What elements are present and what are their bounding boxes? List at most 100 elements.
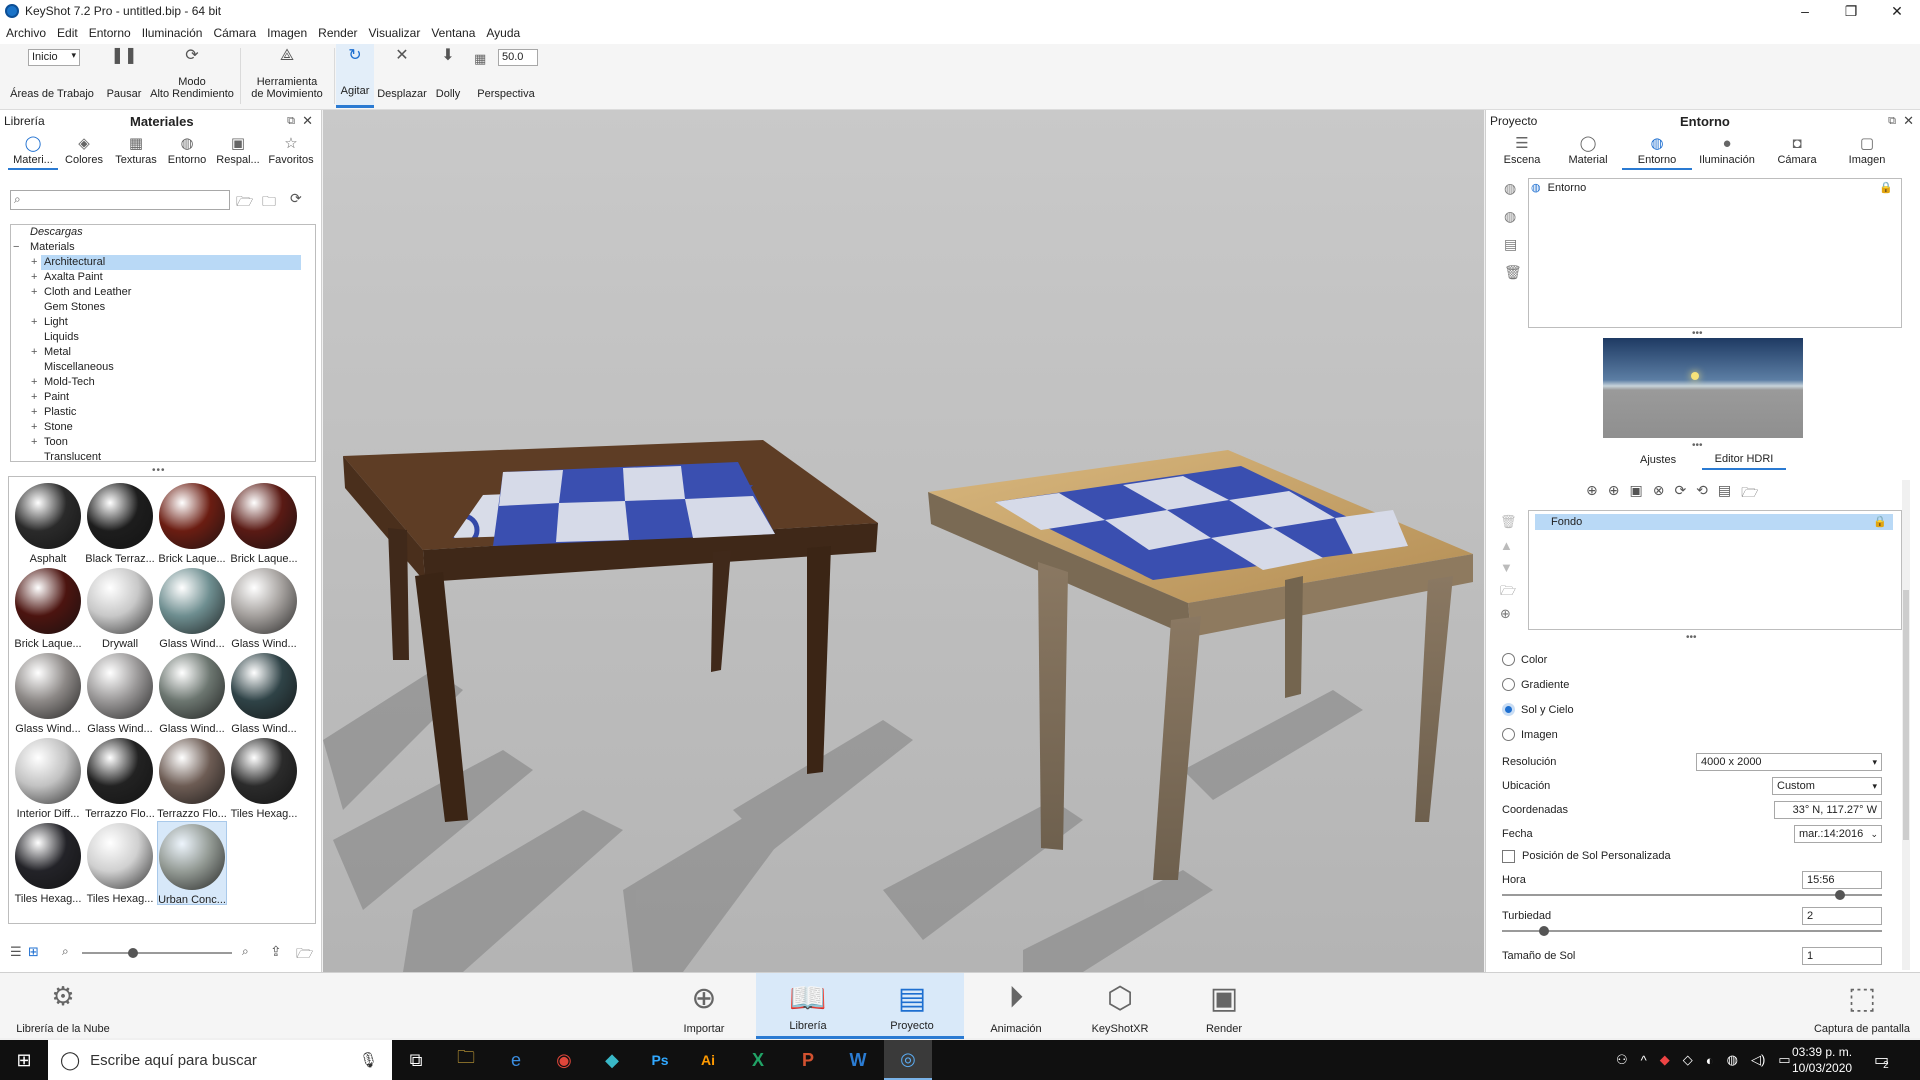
environment-list-item[interactable]: ◍ Entorno 🔒 — [1531, 181, 1899, 197]
radio-circle[interactable] — [1502, 678, 1515, 691]
tree-item-toon[interactable]: + Toon — [11, 435, 315, 450]
material-thumbnail[interactable]: Drywall — [85, 566, 155, 650]
antivirus-icon[interactable]: ◆ — [1660, 1052, 1670, 1068]
material-thumbnail[interactable]: Urban Conc... — [157, 821, 227, 906]
expand-icon[interactable]: + — [31, 420, 40, 435]
import-button[interactable]: ⊕ Importar — [652, 973, 756, 1039]
material-thumbnail[interactable]: Glass Wind... — [229, 566, 299, 650]
grid-view-icon[interactable]: ⊞ — [28, 944, 39, 960]
menu-visualizar[interactable]: Visualizar — [369, 26, 421, 40]
trash-icon[interactable]: 🗑 — [1500, 514, 1517, 530]
word-icon[interactable]: W — [834, 1040, 882, 1080]
hdri-preview[interactable] — [1603, 338, 1803, 438]
hdri-layer-item[interactable]: Fondo 🔒 — [1535, 514, 1893, 530]
material-thumbnail[interactable]: Terrazzo Flo... — [157, 736, 227, 820]
tree-item-light[interactable]: + Light — [11, 315, 315, 330]
duplicate-environment-icon[interactable]: ◍ — [1504, 208, 1516, 225]
menu-render[interactable]: Render — [318, 26, 357, 40]
move-tool-button[interactable]: ⟁ Herramienta de Movimiento — [244, 44, 330, 108]
splitter-handle[interactable]: ••• — [152, 465, 166, 476]
library-search-input[interactable]: ⌕ — [10, 190, 230, 210]
material-thumbnail[interactable]: Tiles Hexag... — [229, 736, 299, 820]
radio-gradient[interactable]: Gradiente — [1502, 678, 1569, 691]
add-environment-icon[interactable]: ◍ — [1504, 180, 1516, 197]
pause-button[interactable]: ❚❚ Pausar — [100, 44, 148, 108]
material-thumbnail[interactable]: Glass Wind... — [13, 651, 83, 735]
tree-item-axalta-paint[interactable]: + Axalta Paint — [11, 270, 315, 285]
menu-ventana[interactable]: Ventana — [431, 26, 475, 40]
microphone-icon[interactable]: 🎙 — [359, 1051, 378, 1069]
material-thumbnail[interactable]: Brick Laque... — [229, 481, 299, 565]
performance-mode-button[interactable]: ⟳ Modo Alto Rendimiento — [150, 44, 234, 108]
tumble-button[interactable]: ↻ Agitar — [336, 44, 374, 108]
app-icon[interactable]: ◆ — [588, 1040, 636, 1080]
tab-image[interactable]: ▢ Imagen — [1832, 134, 1902, 170]
material-thumbnail[interactable]: Black Terraz... — [85, 481, 155, 565]
tree-item-paint[interactable]: + Paint — [11, 390, 315, 405]
tree-item-plastic[interactable]: + Plastic — [11, 405, 315, 420]
hour-slider-knob[interactable] — [1835, 890, 1845, 900]
tree-item-metal[interactable]: + Metal — [11, 345, 315, 360]
perspective-button[interactable]: Perspectiva — [470, 44, 542, 108]
expand-icon[interactable]: + — [31, 285, 40, 300]
splitter-handle[interactable]: ••• — [1686, 632, 1697, 643]
taskbar-search[interactable]: ◯ Escribe aquí para buscar 🎙 — [48, 1040, 392, 1080]
add-light-icon[interactable]: ⊕ — [1608, 482, 1620, 506]
add-pin-icon[interactable]: ⊕ — [1586, 482, 1598, 506]
radio-circle[interactable] — [1502, 728, 1515, 741]
tree-item-cloth-leather[interactable]: + Cloth and Leather — [11, 285, 315, 300]
keyshotxr-button[interactable]: ⬡ KeyShotXR — [1068, 973, 1172, 1039]
cloud-library-button[interactable]: ⚙ Librería de la Nube — [8, 973, 118, 1039]
scrollbar-track[interactable] — [1902, 480, 1910, 970]
radio-circle-selected[interactable] — [1502, 703, 1515, 716]
file-explorer-icon[interactable]: 🗀 — [442, 1040, 490, 1080]
zoom-out-icon[interactable]: ⌕ — [62, 944, 69, 959]
library-button[interactable]: 📖 Librería — [756, 973, 860, 1039]
chevron-up-icon[interactable]: ^ — [1641, 1053, 1647, 1068]
material-thumbnail[interactable]: Asphalt — [13, 481, 83, 565]
target-icon[interactable]: ⊕ — [1500, 606, 1511, 622]
tree-item-translucent[interactable]: Translucent — [11, 450, 315, 461]
maximize-button[interactable]: ❐ — [1828, 0, 1874, 22]
tab-environment[interactable]: ◍ Entorno — [1622, 134, 1692, 170]
edge-icon[interactable]: e — [492, 1040, 540, 1080]
subtab-settings[interactable]: Ajustes — [1640, 454, 1676, 466]
refresh-icon[interactable]: ⟲ — [1696, 482, 1708, 506]
thumbnail-size-slider[interactable] — [82, 948, 232, 958]
resolution-dropdown[interactable]: 4000 x 2000 ▾ — [1696, 753, 1882, 771]
menu-archivo[interactable]: Archivo — [6, 26, 46, 40]
tree-item-materials[interactable]: − Materials — [11, 240, 315, 255]
material-thumbnail[interactable]: Glass Wind... — [229, 651, 299, 735]
material-thumbnail[interactable]: Glass Wind... — [85, 651, 155, 735]
tree-item-miscellaneous[interactable]: Miscellaneous — [11, 360, 315, 375]
volume-icon[interactable]: ◁) — [1751, 1052, 1765, 1068]
hour-field[interactable]: 15:56 — [1802, 871, 1882, 889]
turbidity-slider[interactable] — [1502, 926, 1882, 936]
save-icon[interactable]: ▤ — [1718, 482, 1731, 506]
tray-app-icon[interactable]: ◐ — [1706, 1053, 1714, 1068]
add-gradient-icon[interactable]: ⊗ — [1653, 482, 1665, 506]
radio-circle[interactable] — [1502, 653, 1515, 666]
radio-sun-sky[interactable]: Sol y Cielo — [1502, 703, 1574, 716]
rotate-icon[interactable]: ⟳ — [1674, 482, 1686, 506]
task-view-icon[interactable]: ⧉ — [392, 1040, 440, 1080]
slider-knob[interactable] — [128, 948, 138, 958]
clock[interactable]: 03:39 p. m. 10/03/2020 — [1792, 1040, 1852, 1080]
move-down-icon[interactable]: ▼ — [1500, 560, 1513, 575]
powerpoint-icon[interactable]: P — [784, 1040, 832, 1080]
menu-imagen[interactable]: Imagen — [267, 26, 307, 40]
tab-scene[interactable]: ☰ Escena — [1490, 134, 1554, 170]
save-environment-icon[interactable]: ▤ — [1504, 236, 1517, 253]
material-thumbnail[interactable]: Glass Wind... — [157, 651, 227, 735]
folder-icon[interactable]: 🗁 — [1500, 582, 1516, 604]
tab-materials[interactable]: ◯ Materi... — [8, 134, 58, 170]
notifications-icon[interactable]: ▭ 2 — [1874, 1040, 1889, 1080]
splitter-handle[interactable]: ••• — [1692, 440, 1703, 451]
material-thumbnail[interactable]: Glass Wind... — [157, 566, 227, 650]
dropbox-icon[interactable]: ◇ — [1683, 1052, 1693, 1068]
trash-icon[interactable]: 🗑 — [1504, 264, 1522, 281]
expand-icon[interactable]: + — [31, 315, 40, 330]
location-dropdown[interactable]: Custom ▾ — [1772, 777, 1882, 795]
lock-icon[interactable]: 🔒 — [1879, 181, 1893, 194]
tab-camera[interactable]: ◘ Cámara — [1762, 134, 1832, 170]
